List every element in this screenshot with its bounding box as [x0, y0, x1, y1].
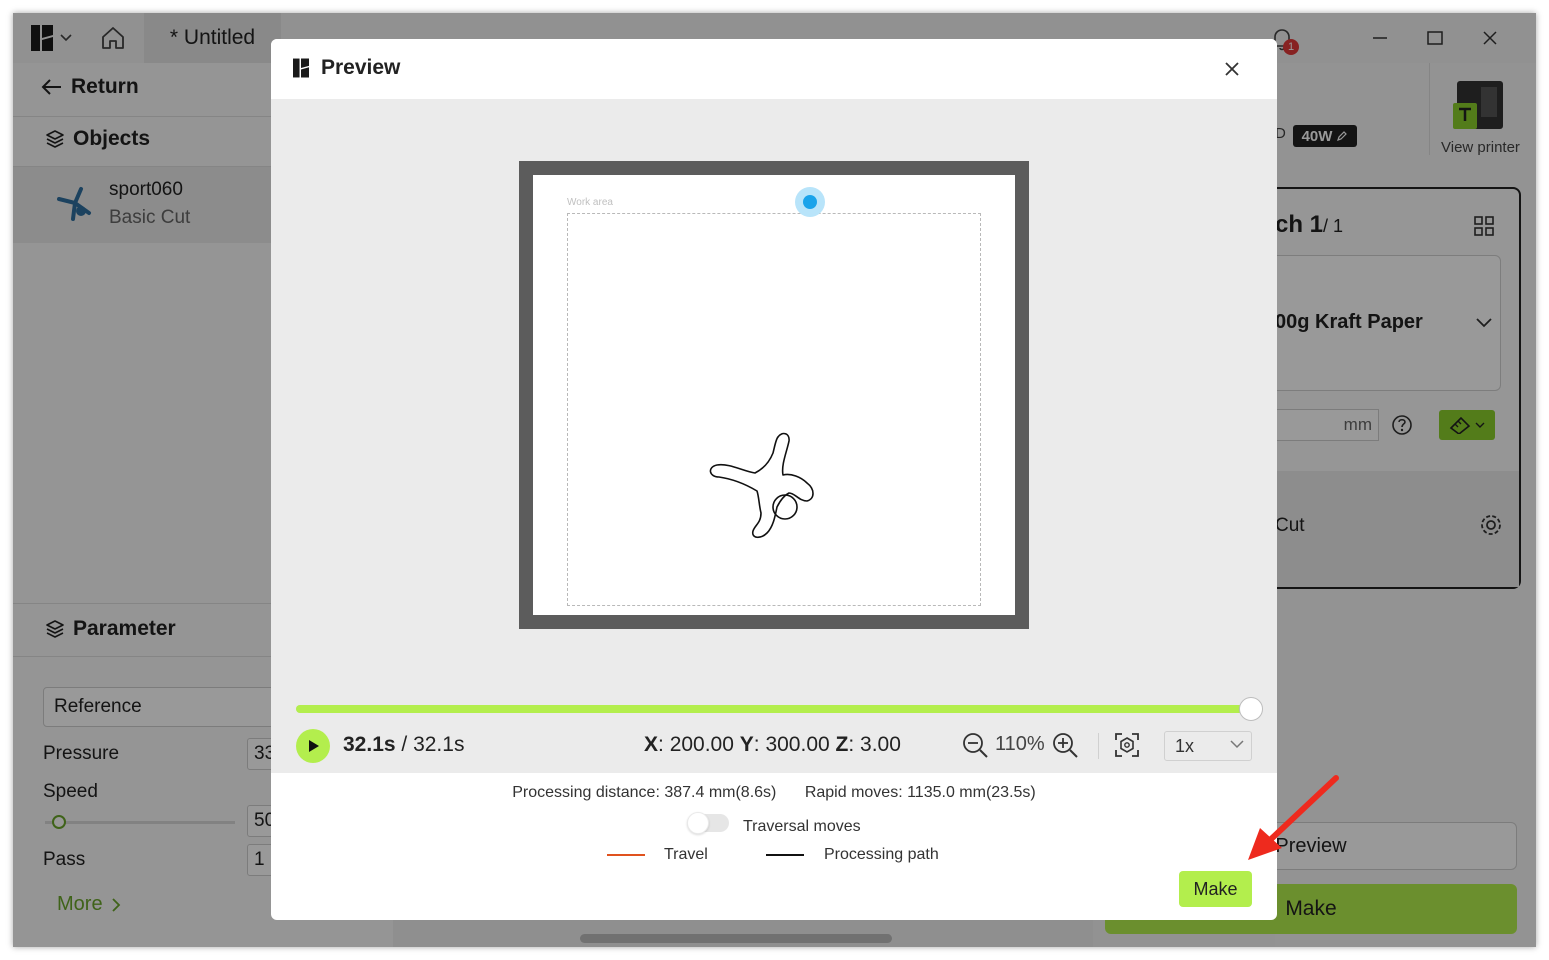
cut-path-figure: [709, 432, 814, 539]
traversal-moves-label: Traversal moves: [743, 818, 861, 835]
work-area-label: Work area: [567, 197, 613, 208]
playback-progress-track[interactable]: [296, 705, 1251, 713]
traversal-moves-toggle-knob[interactable]: [687, 812, 709, 834]
playback-time: 32.1s / 32.1s: [343, 733, 464, 757]
time-total: 32.1s: [413, 733, 465, 756]
dialog-header: Preview: [271, 39, 1277, 99]
legend-processing-label: Processing path: [824, 846, 939, 863]
fit-view-icon[interactable]: [1113, 731, 1141, 759]
app-logo-icon: [293, 58, 309, 78]
zoom-level: 110%: [995, 733, 1045, 755]
y-value: 300.00: [765, 733, 830, 756]
time-separator: /: [401, 733, 414, 756]
legend-travel-swatch: [607, 854, 645, 856]
z-value: 3.00: [860, 733, 901, 756]
x-value: 200.00: [669, 733, 734, 756]
make-button[interactable]: Make: [1179, 871, 1252, 907]
zoom-in-icon[interactable]: [1051, 731, 1079, 759]
x-label: X: [644, 733, 659, 756]
processing-distance: Processing distance: 387.4 mm(8.6s): [512, 784, 777, 801]
close-icon: [1225, 62, 1239, 76]
zoom-out-icon[interactable]: [961, 731, 989, 759]
chevron-down-icon: [1230, 740, 1244, 749]
processing-stats: Processing distance: 387.4 mm(8.6s) Rapi…: [271, 784, 1277, 802]
preview-stage[interactable]: Work area 32.1s / 32.1s X: 200.00 Y: 300…: [271, 99, 1277, 773]
legend-processing-swatch: [766, 854, 804, 856]
y-label: Y: [739, 733, 754, 756]
annotation-arrow-icon: [1248, 775, 1339, 860]
toolbar-separator: [1098, 733, 1099, 759]
playback-progress-handle[interactable]: [1239, 697, 1263, 721]
legend-travel-label: Travel: [664, 846, 708, 863]
play-icon: [309, 740, 319, 752]
time-current: 32.1s: [343, 733, 396, 756]
machine-bed: Work area: [519, 161, 1029, 629]
laser-head-dot: [803, 195, 817, 209]
dialog-title: Preview: [321, 56, 401, 79]
playback-progress-fill: [296, 705, 1251, 713]
play-button[interactable]: [296, 729, 330, 763]
head-coordinates: X: 200.00 Y: 300.00 Z: 3.00: [644, 733, 901, 756]
rapid-moves: Rapid moves: 1135.0 mm(23.5s): [804, 784, 1036, 801]
z-label: Z: [835, 733, 849, 756]
work-area: [567, 213, 981, 606]
preview-dialog: Preview Work area 32.1s / 32.1s X: 200.0…: [271, 39, 1277, 920]
close-dialog-button[interactable]: [1219, 56, 1245, 82]
material-sheet: Work area: [533, 175, 1015, 615]
